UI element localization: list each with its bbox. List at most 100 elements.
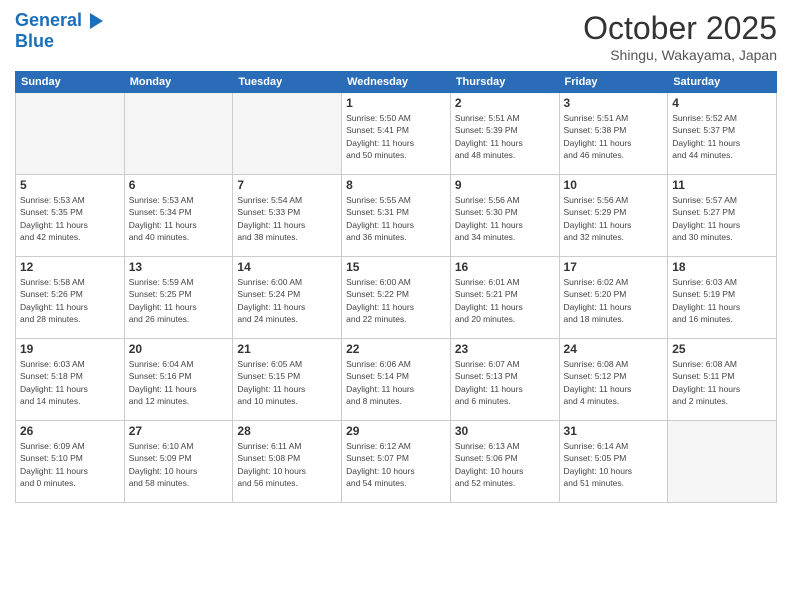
day-number: 24 — [564, 342, 664, 356]
day-info: Sunrise: 6:10 AM Sunset: 5:09 PM Dayligh… — [129, 440, 229, 489]
day-cell — [233, 93, 342, 175]
logo-text-block: General Blue — [15, 10, 103, 51]
col-tuesday: Tuesday — [233, 72, 342, 93]
day-cell: 14Sunrise: 6:00 AM Sunset: 5:24 PM Dayli… — [233, 257, 342, 339]
day-cell: 10 Sunrise: 5:56 AM Sunset: 5:29 PM Dayli… — [559, 175, 668, 257]
col-friday: Friday — [559, 72, 668, 93]
day-info: Sunrise: 5:56 AM Sunset: 5:30 PM Dayligh… — [455, 194, 555, 243]
week-row-3: 12Sunrise: 5:58 AM Sunset: 5:26 PM Dayli… — [16, 257, 777, 339]
day-number: 1 — [346, 96, 446, 110]
day-number: 29 — [346, 424, 446, 438]
day-cell: 6 Sunrise: 5:53 AM Sunset: 5:34 PM Daylig… — [124, 175, 233, 257]
day-number: 22 — [346, 342, 446, 356]
day-number: 18 — [672, 260, 772, 274]
day-number: 25 — [672, 342, 772, 356]
day-info: Sunrise: 6:13 AM Sunset: 5:06 PM Dayligh… — [455, 440, 555, 489]
day-number: 21 — [237, 342, 337, 356]
week-row-5: 26 Sunrise: 6:09 AM Sunset: 5:10 PM Dayli… — [16, 421, 777, 503]
day-number: 28 — [237, 424, 337, 438]
day-number: 12 — [20, 260, 120, 274]
day-cell: 31 Sunrise: 6:14 AM Sunset: 5:05 PM Dayli… — [559, 421, 668, 503]
day-info: Sunrise: 5:59 AM Sunset: 5:25 PM Dayligh… — [129, 276, 229, 325]
logo-blue: Blue — [15, 31, 103, 52]
day-cell: 13 Sunrise: 5:59 AM Sunset: 5:25 PM Dayli… — [124, 257, 233, 339]
col-sunday: Sunday — [16, 72, 125, 93]
day-info: Sunrise: 5:52 AM Sunset: 5:37 PM Dayligh… — [672, 112, 772, 161]
day-info: Sunrise: 5:53 AM Sunset: 5:34 PM Dayligh… — [129, 194, 229, 243]
day-cell: 18 Sunrise: 6:03 AM Sunset: 5:19 PM Dayli… — [668, 257, 777, 339]
day-info: Sunrise: 5:56 AM Sunset: 5:29 PM Dayligh… — [564, 194, 664, 243]
day-number: 5 — [20, 178, 120, 192]
day-info: Sunrise: 5:55 AM Sunset: 5:31 PM Dayligh… — [346, 194, 446, 243]
col-wednesday: Wednesday — [342, 72, 451, 93]
day-cell: 28 Sunrise: 6:11 AM Sunset: 5:08 PM Dayli… — [233, 421, 342, 503]
day-number: 11 — [672, 178, 772, 192]
day-info: Sunrise: 5:50 AM Sunset: 5:41 PM Dayligh… — [346, 112, 446, 161]
title-section: October 2025 Shingu, Wakayama, Japan — [583, 10, 777, 63]
day-info: Sunrise: 6:12 AM Sunset: 5:07 PM Dayligh… — [346, 440, 446, 489]
day-info: Sunrise: 6:09 AM Sunset: 5:10 PM Dayligh… — [20, 440, 120, 489]
day-cell: 16Sunrise: 6:01 AM Sunset: 5:21 PM Dayli… — [450, 257, 559, 339]
day-cell — [16, 93, 125, 175]
day-number: 15 — [346, 260, 446, 274]
day-info: Sunrise: 5:51 AM Sunset: 5:38 PM Dayligh… — [564, 112, 664, 161]
day-info: Sunrise: 6:03 AM Sunset: 5:18 PM Dayligh… — [20, 358, 120, 407]
col-thursday: Thursday — [450, 72, 559, 93]
day-info: Sunrise: 6:08 AM Sunset: 5:11 PM Dayligh… — [672, 358, 772, 407]
day-cell: 27 Sunrise: 6:10 AM Sunset: 5:09 PM Dayli… — [124, 421, 233, 503]
day-number: 13 — [129, 260, 229, 274]
day-cell: 29 Sunrise: 6:12 AM Sunset: 5:07 PM Dayli… — [342, 421, 451, 503]
day-info: Sunrise: 6:06 AM Sunset: 5:14 PM Dayligh… — [346, 358, 446, 407]
day-info: Sunrise: 5:51 AM Sunset: 5:39 PM Dayligh… — [455, 112, 555, 161]
day-number: 30 — [455, 424, 555, 438]
day-cell: 9 Sunrise: 5:56 AM Sunset: 5:30 PM Daylig… — [450, 175, 559, 257]
day-number: 16 — [455, 260, 555, 274]
week-row-2: 5 Sunrise: 5:53 AM Sunset: 5:35 PM Daylig… — [16, 175, 777, 257]
location: Shingu, Wakayama, Japan — [583, 47, 777, 63]
logo: General Blue — [15, 10, 103, 51]
day-number: 2 — [455, 96, 555, 110]
day-cell: 24 Sunrise: 6:08 AM Sunset: 5:12 PM Dayli… — [559, 339, 668, 421]
day-cell: 17 Sunrise: 6:02 AM Sunset: 5:20 PM Dayli… — [559, 257, 668, 339]
day-number: 17 — [564, 260, 664, 274]
day-cell: 8 Sunrise: 5:55 AM Sunset: 5:31 PM Daylig… — [342, 175, 451, 257]
day-number: 6 — [129, 178, 229, 192]
day-info: Sunrise: 6:05 AM Sunset: 5:15 PM Dayligh… — [237, 358, 337, 407]
day-info: Sunrise: 5:53 AM Sunset: 5:35 PM Dayligh… — [20, 194, 120, 243]
day-number: 4 — [672, 96, 772, 110]
day-cell: 4 Sunrise: 5:52 AM Sunset: 5:37 PM Daylig… — [668, 93, 777, 175]
day-info: Sunrise: 6:14 AM Sunset: 5:05 PM Dayligh… — [564, 440, 664, 489]
col-saturday: Saturday — [668, 72, 777, 93]
day-info: Sunrise: 6:03 AM Sunset: 5:19 PM Dayligh… — [672, 276, 772, 325]
day-number: 3 — [564, 96, 664, 110]
day-info: Sunrise: 6:08 AM Sunset: 5:12 PM Dayligh… — [564, 358, 664, 407]
month-title: October 2025 — [583, 10, 777, 47]
day-info: Sunrise: 6:11 AM Sunset: 5:08 PM Dayligh… — [237, 440, 337, 489]
week-row-4: 19Sunrise: 6:03 AM Sunset: 5:18 PM Dayli… — [16, 339, 777, 421]
day-number: 20 — [129, 342, 229, 356]
day-number: 9 — [455, 178, 555, 192]
day-cell: 21 Sunrise: 6:05 AM Sunset: 5:15 PM Dayli… — [233, 339, 342, 421]
day-info: Sunrise: 5:57 AM Sunset: 5:27 PM Dayligh… — [672, 194, 772, 243]
calendar-page: General Blue October 2025 Shingu, Wakaya… — [0, 0, 792, 612]
day-number: 8 — [346, 178, 446, 192]
day-info: Sunrise: 5:54 AM Sunset: 5:33 PM Dayligh… — [237, 194, 337, 243]
day-cell: 23Sunrise: 6:07 AM Sunset: 5:13 PM Dayli… — [450, 339, 559, 421]
day-cell: 12Sunrise: 5:58 AM Sunset: 5:26 PM Dayli… — [16, 257, 125, 339]
day-cell: 22 Sunrise: 6:06 AM Sunset: 5:14 PM Dayli… — [342, 339, 451, 421]
day-info: Sunrise: 6:04 AM Sunset: 5:16 PM Dayligh… — [129, 358, 229, 407]
day-number: 10 — [564, 178, 664, 192]
day-cell: 30 Sunrise: 6:13 AM Sunset: 5:06 PM Dayli… — [450, 421, 559, 503]
day-cell: 25 Sunrise: 6:08 AM Sunset: 5:11 PM Dayli… — [668, 339, 777, 421]
day-number: 31 — [564, 424, 664, 438]
header-row: Sunday Monday Tuesday Wednesday Thursday… — [16, 72, 777, 93]
day-number: 7 — [237, 178, 337, 192]
day-number: 26 — [20, 424, 120, 438]
day-info: Sunrise: 6:02 AM Sunset: 5:20 PM Dayligh… — [564, 276, 664, 325]
header: General Blue October 2025 Shingu, Wakaya… — [15, 10, 777, 63]
day-number: 27 — [129, 424, 229, 438]
logo-general: General — [15, 10, 82, 30]
day-cell: 5 Sunrise: 5:53 AM Sunset: 5:35 PM Daylig… — [16, 175, 125, 257]
day-info: Sunrise: 6:07 AM Sunset: 5:13 PM Dayligh… — [455, 358, 555, 407]
day-info: Sunrise: 6:00 AM Sunset: 5:22 PM Dayligh… — [346, 276, 446, 325]
